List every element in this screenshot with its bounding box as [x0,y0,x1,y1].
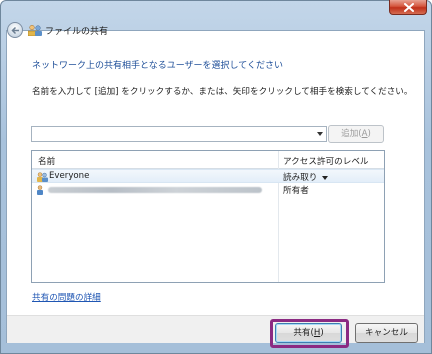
sharing-help-link[interactable]: 共有の問題の詳細 [32,291,101,303]
row-name: Everyone [49,171,90,181]
user-name-combobox[interactable] [31,126,327,142]
chevron-down-icon[interactable] [317,132,323,136]
column-header-permission[interactable]: アクセス許可のレベル [283,155,369,167]
share-button[interactable]: 共有(H) [275,323,342,343]
dialog-instruction: 名前を入力して [追加] をクリックするか、または、矢印をクリックして相手を検索… [32,87,413,97]
back-arrow-icon [11,26,19,35]
close-icon [404,3,414,12]
cancel-button[interactable]: キャンセル [355,323,418,343]
sharing-list[interactable]: 名前 アクセス許可のレベル Everyone 読み取り 所有者 [31,150,385,283]
share-users-icon [28,24,42,36]
dialog-heading: ネットワーク上の共有相手となるユーザーを選択してください [32,61,284,71]
permission-dropdown[interactable]: 読み取り [283,171,329,183]
column-header-name[interactable]: 名前 [38,155,55,167]
chevron-down-icon[interactable] [322,175,329,180]
group-users-icon [37,172,48,182]
window-title: ファイルの共有 [45,27,109,37]
list-row-everyone[interactable]: Everyone 読み取り [32,169,384,183]
user-icon [37,185,43,195]
add-button[interactable]: 追加(A) [328,125,384,143]
list-row-owner[interactable]: 所有者 [32,183,384,197]
obscured-user-name [48,187,262,193]
close-button[interactable] [389,0,427,15]
back-button[interactable] [7,22,23,38]
row-permission: 所有者 [283,186,309,196]
list-header: 名前 アクセス許可のレベル [32,151,384,169]
